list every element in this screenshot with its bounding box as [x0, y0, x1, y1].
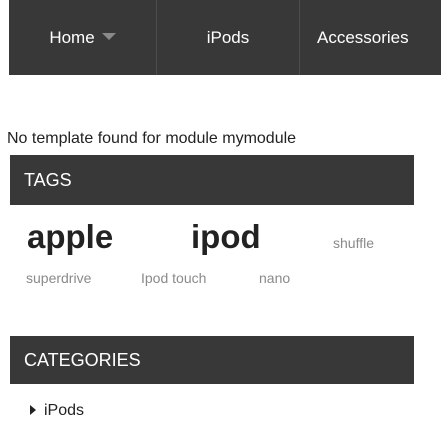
- nav-item-accessories-label: Accessories: [317, 28, 409, 47]
- tags-header: TAGS: [10, 155, 414, 205]
- nav-item-ipods-label: iPods: [206, 28, 250, 47]
- nav-item-home-label: Home: [49, 28, 95, 47]
- nav-item-accessories[interactable]: Accessories: [300, 0, 441, 75]
- nav-item-ipods[interactable]: iPods: [157, 0, 299, 75]
- chevron-down-icon[interactable]: [101, 33, 116, 41]
- tag-ipod[interactable]: ipod: [191, 218, 261, 256]
- tag-apple[interactable]: apple: [27, 218, 113, 256]
- main-navigation: Home iPods Accessories: [9, 0, 441, 75]
- tag-superdrive[interactable]: superdrive: [26, 270, 91, 286]
- tag-ipod-touch[interactable]: Ipod touch: [141, 270, 206, 286]
- tag-nano[interactable]: nano: [259, 270, 290, 286]
- nav-item-home[interactable]: Home: [9, 0, 156, 75]
- category-item-label: iPods: [44, 402, 85, 419]
- categories-header: CATEGORIES: [10, 336, 414, 384]
- category-item-ipods[interactable]: iPods: [30, 402, 84, 420]
- module-notice: No template found for module mymodule: [7, 130, 297, 147]
- tag-shuffle[interactable]: shuffle: [333, 235, 374, 251]
- triangle-right-icon: [30, 404, 36, 415]
